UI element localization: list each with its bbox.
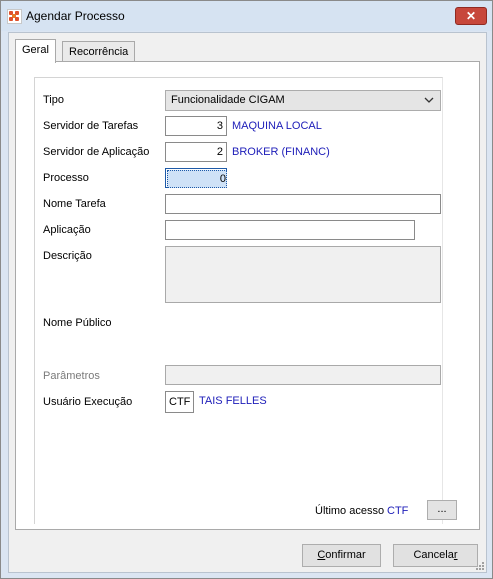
tipo-select-value: Funcionalidade CIGAM [171, 94, 285, 106]
tab-panel-geral: Tipo Funcionalidade CIGAM Servidor de Ta… [15, 61, 480, 530]
tab-recorrencia-label: Recorrência [69, 46, 129, 58]
app-icon [7, 9, 22, 24]
servidor-aplicacao-label: Servidor de Aplicação [43, 146, 150, 158]
usuario-execucao-desc: TAIS FELLES [199, 395, 267, 407]
nome-tarefa-input[interactable] [165, 194, 441, 214]
tipo-select[interactable]: Funcionalidade CIGAM [165, 90, 441, 111]
resize-grip-icon[interactable] [474, 560, 484, 570]
cancel-button-accel: r [453, 549, 458, 561]
dialog-client-area: Geral Recorrência Tipo Funcionalidade CI… [8, 32, 487, 573]
confirm-button[interactable]: Confirmar [302, 544, 381, 567]
descricao-textarea[interactable] [165, 246, 441, 303]
tab-geral[interactable]: Geral [15, 39, 56, 63]
servidor-aplicacao-input[interactable]: 2 [165, 142, 227, 162]
parametros-label: Parâmetros [43, 370, 100, 382]
confirm-button-label: onfirmar [325, 549, 366, 561]
close-button[interactable]: ✕ [455, 7, 487, 25]
nome-publico-label: Nome Público [43, 317, 112, 329]
nome-tarefa-label: Nome Tarefa [43, 198, 106, 210]
tipo-label: Tipo [43, 94, 64, 106]
usuario-execucao-label: Usuário Execução [43, 396, 133, 408]
usuario-execucao-input[interactable]: CTF [165, 391, 194, 413]
tab-recorrencia[interactable]: Recorrência [62, 41, 136, 62]
title-bar[interactable]: Agendar Processo ✕ [1, 1, 492, 31]
processo-input[interactable]: 0 [165, 168, 227, 188]
agendar-processo-window: Agendar Processo ✕ Geral Recorrência Tip… [0, 0, 493, 579]
ultimo-acesso-lookup-button[interactable]: ... [427, 500, 457, 520]
aplicacao-label: Aplicação [43, 224, 91, 236]
processo-label: Processo [43, 172, 89, 184]
servidor-aplicacao-desc: BROKER (FINANC) [232, 146, 330, 158]
processo-input-value: 0 [167, 170, 227, 188]
servidor-tarefas-desc: MAQUINA LOCAL [232, 120, 322, 132]
servidor-tarefas-label: Servidor de Tarefas [43, 120, 139, 132]
chevron-down-icon [423, 91, 435, 110]
servidor-tarefas-input[interactable]: 3 [165, 116, 227, 136]
cancel-button[interactable]: Cancelar [393, 544, 478, 567]
window-title: Agendar Processo [26, 9, 125, 23]
close-icon: ✕ [465, 9, 477, 23]
cancel-button-label: Cancela [413, 549, 454, 561]
tab-geral-label: Geral [22, 44, 49, 56]
ultimo-acesso-value: CTF [387, 505, 409, 517]
parametros-input[interactable] [165, 365, 441, 385]
aplicacao-input[interactable] [165, 220, 415, 240]
descricao-label: Descrição [43, 250, 92, 262]
ultimo-acesso-label: Último acesso [315, 505, 385, 517]
